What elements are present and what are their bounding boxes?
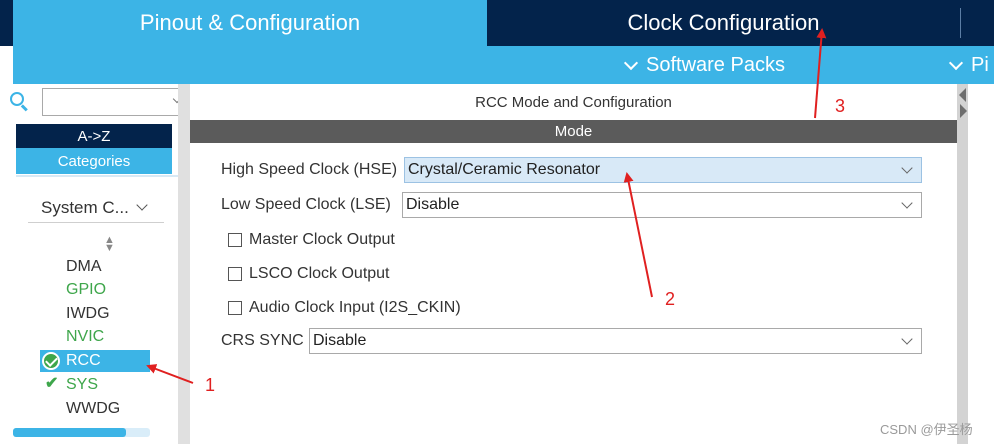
- annotation-arrows: [146, 28, 827, 384]
- annotation-arrow-1: [146, 364, 194, 384]
- annotation-label-2: 2: [665, 289, 676, 309]
- annotation-label-3: 3: [835, 96, 846, 116]
- annotation-label-1: 1: [205, 375, 216, 395]
- annotation-arrow-2: [623, 172, 653, 298]
- watermark: CSDN @伊圣杨: [880, 422, 973, 437]
- annotation-arrow-3: [814, 28, 827, 119]
